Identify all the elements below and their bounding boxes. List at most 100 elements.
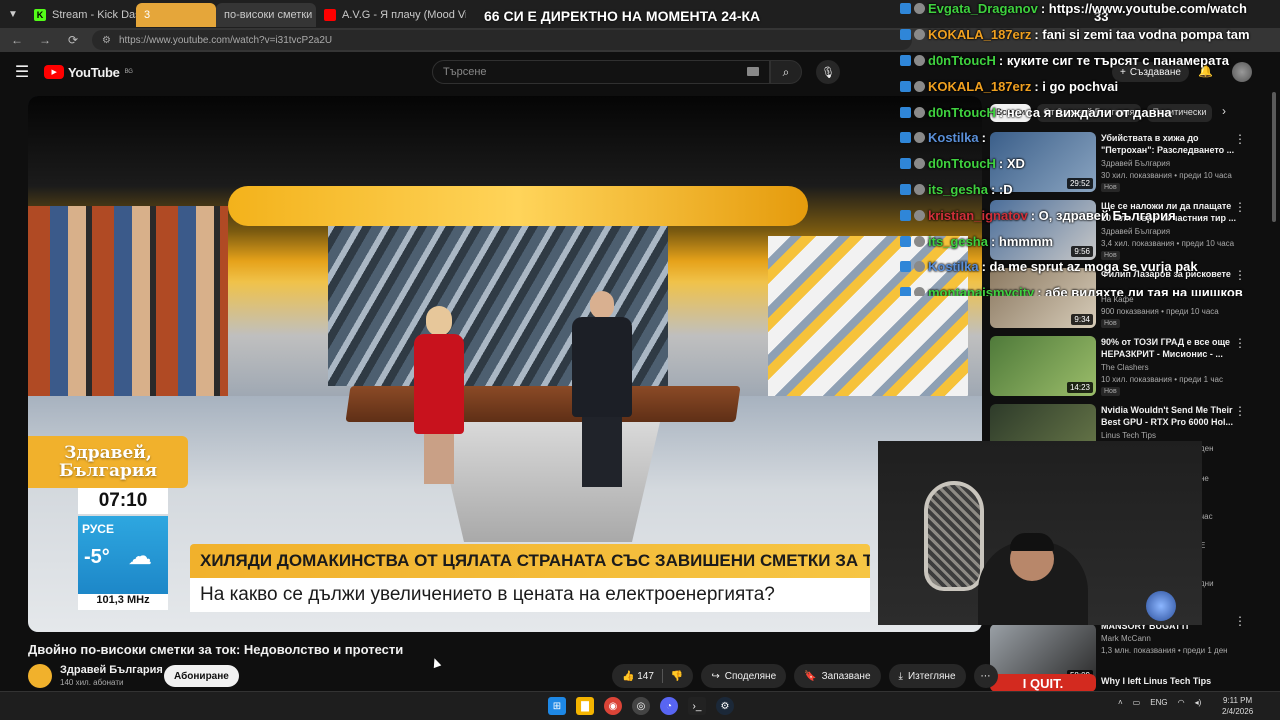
language-indicator[interactable]: ENG <box>1150 698 1167 707</box>
menu-icon[interactable]: ☰ <box>0 52 44 92</box>
chrome-icon[interactable]: ◉ <box>604 697 622 715</box>
chat-message: KOKALA_187erz : fani si zemi taa vodna p… <box>900 22 1280 48</box>
terminal-icon[interactable]: ›_ <box>688 697 706 715</box>
channel-name[interactable]: Здравей България <box>60 664 163 676</box>
tray-chevron-icon[interactable]: ˄ <box>1118 698 1123 707</box>
wifi-icon[interactable]: ◠ <box>1178 698 1185 707</box>
recommended-channel[interactable]: Mark McCann <box>1101 634 1151 643</box>
youtube-logo[interactable]: ▶ YouTube BG <box>44 65 133 80</box>
url-text: https://www.youtube.com/watch?v=i31tvcP2… <box>118 34 333 46</box>
more-vert-icon[interactable]: ⋮ <box>1234 404 1246 418</box>
network-icon[interactable]: ▭ <box>1133 698 1141 707</box>
save-button[interactable]: 🔖 Запазване <box>794 664 881 688</box>
system-clock[interactable]: 9:11 PM 2/4/2026 <box>1222 695 1253 717</box>
user-badge-icon <box>914 261 925 273</box>
stream-title-overlay: 66 СИ Е ДИРЕКТНО НА МОМЕНТА 24-КА <box>484 8 761 24</box>
news-headline: ХИЛЯДИ ДОМАКИНСТВА ОТ ЦЯЛАТА СТРАНАТА СЪ… <box>190 544 870 578</box>
recommended-title[interactable]: Nvidia Wouldn't Send Me Their Best GPU -… <box>1101 404 1239 428</box>
more-vert-icon[interactable]: ⋮ <box>1234 614 1246 628</box>
chat-username: KOKALA_187erz <box>928 78 1032 94</box>
tab-youtube-current[interactable]: по-високи сметки ◂) ✕ <box>216 3 316 27</box>
system-tray: ˄ ▭ ENG ◠ ◂) <box>1118 698 1201 707</box>
channel-avatar[interactable] <box>28 664 52 688</box>
video-actions: 👍 147 👎 ↪ Споделяне 🔖 Запазване ⤓ Изтегляне… <box>612 664 998 688</box>
subscribe-button[interactable]: Абониране <box>164 665 239 687</box>
weather-temp: -5° <box>84 546 110 568</box>
video-thumbnail[interactable]: I QUIT. <box>990 674 1096 692</box>
site-info-icon[interactable]: ⚙ <box>102 35 111 46</box>
logo-text: YouTube <box>68 64 120 80</box>
clock-time: 9:11 PM <box>1222 696 1253 705</box>
recommended-channel[interactable]: Linus Tech Tips <box>1101 431 1156 440</box>
subscriber-count: 140 хил. абонати <box>60 678 124 687</box>
tab-kick-stream[interactable]: 3 <box>136 3 216 27</box>
video-player[interactable]: Здравей, България 07:10 РУСЕ -5° ☁ 101,3… <box>28 96 982 632</box>
badge-icon <box>900 80 911 92</box>
user-badge-icon <box>914 183 925 195</box>
new-badge: Нов <box>1101 319 1120 328</box>
back-icon[interactable]: ← <box>8 31 26 49</box>
region-code: BG <box>124 69 133 75</box>
download-button[interactable]: ⤓ Изтегляне <box>888 664 966 688</box>
duration: 9:34 <box>1071 314 1093 325</box>
chat-text: : :D <box>990 181 1013 197</box>
sidebar-fragment: ден <box>1200 444 1214 453</box>
windows-start-icon[interactable]: ⊞ <box>548 697 566 715</box>
new-badge: Нов <box>1101 387 1120 396</box>
show-logo: Здравей, България <box>28 436 188 488</box>
user-badge-icon <box>914 158 925 170</box>
search-button[interactable]: ⌕ <box>770 60 802 84</box>
chat-text: : https://www.youtube.com/watch <box>1040 1 1247 17</box>
more-actions-button[interactable]: ⋯ <box>973 664 998 688</box>
like-button[interactable]: 👍 147 <box>622 671 654 682</box>
forward-icon[interactable]: → <box>36 31 54 49</box>
chat-text: : абе видяхте ли тая на шишков <box>1037 285 1243 296</box>
divider <box>661 669 663 683</box>
steam-icon[interactable]: ⚙ <box>716 697 734 715</box>
windows-taskbar: ⊞ ▇ ◉ ◎ ◔ ›_ ⚙ ˄ ▭ ENG ◠ ◂) 9:11 PM 2/4/… <box>0 691 1280 720</box>
obs-icon[interactable]: ◎ <box>632 697 650 715</box>
discord-icon[interactable]: ◔ <box>660 697 678 715</box>
tab-label: A.V.G - Я плачу (Mood Video) <box>342 9 466 21</box>
user-badge-icon <box>914 80 925 92</box>
share-button[interactable]: ↪ Споделяне <box>701 664 787 688</box>
more-vert-icon[interactable]: ⋮ <box>1234 336 1246 350</box>
chat-username: montanaismycity <box>928 285 1035 296</box>
weather-city: РУСЕ <box>82 522 114 536</box>
radio-frequency: 101,3 MHz <box>78 594 168 610</box>
chat-username: d0nTtoucH <box>928 156 996 172</box>
user-badge-icon <box>914 54 925 66</box>
scrollbar-thumb[interactable] <box>1272 92 1276 222</box>
recommended-item[interactable]: I QUIT. Why I left Linus Tech Tips <box>990 674 1270 692</box>
tab-kick-dashboard[interactable]: K Stream - Kick Dashboard <box>26 3 136 27</box>
streamer-cap <box>1010 533 1054 551</box>
dislike-button[interactable]: 👎 <box>671 671 683 682</box>
tab-list-icon[interactable]: ▼ <box>0 0 26 28</box>
chat-username: its_gesha <box>928 233 988 249</box>
chat-text: : fani si zemi taa vodna pompa tam <box>1034 27 1250 43</box>
keyboard-icon[interactable] <box>747 67 759 76</box>
page-scrollbar[interactable] <box>1270 92 1278 690</box>
recommended-title[interactable]: 90% от ТОЗИ ГРАД е все още НЕРАЗКРИТ - М… <box>1101 336 1239 360</box>
tab-label: 3 <box>144 9 151 21</box>
studio-left-wall <box>28 206 228 396</box>
chat-message: montanaismycity : абе видяхте ли тая на … <box>900 280 1280 296</box>
thumbs-up-icon: 👍 <box>622 670 635 682</box>
recommended-item[interactable]: 14:23 90% от ТОЗИ ГРАД е все още НЕРАЗКР… <box>990 336 1270 396</box>
badge-icon <box>900 235 911 247</box>
video-thumbnail[interactable]: 14:23 <box>990 336 1096 396</box>
tab-youtube-avg[interactable]: A.V.G - Я плачу (Mood Video) ✕ <box>316 3 466 27</box>
chat-username: Evgata_Draganov <box>928 1 1038 17</box>
search-input[interactable]: Търсене <box>432 60 770 84</box>
recommended-channel[interactable]: The Clashers <box>1101 363 1149 372</box>
file-explorer-icon[interactable]: ▇ <box>576 697 594 715</box>
recommended-channel[interactable]: На Кафе <box>1101 295 1134 304</box>
reload-icon[interactable]: ⟳ <box>64 31 82 49</box>
voice-search-button[interactable]: 🎙 <box>816 60 840 84</box>
recommended-title[interactable]: Why I left Linus Tech Tips <box>1101 675 1239 687</box>
volume-icon[interactable]: ◂) <box>1195 698 1202 707</box>
url-field[interactable]: ⚙ https://www.youtube.com/watch?v=i31tvc… <box>92 30 912 50</box>
thumbnail-text: I QUIT. <box>1022 675 1064 691</box>
screen: ▼ K Stream - Kick Dashboard 3 по-високи … <box>0 0 1280 720</box>
search-icon: ⌕ <box>782 64 790 79</box>
